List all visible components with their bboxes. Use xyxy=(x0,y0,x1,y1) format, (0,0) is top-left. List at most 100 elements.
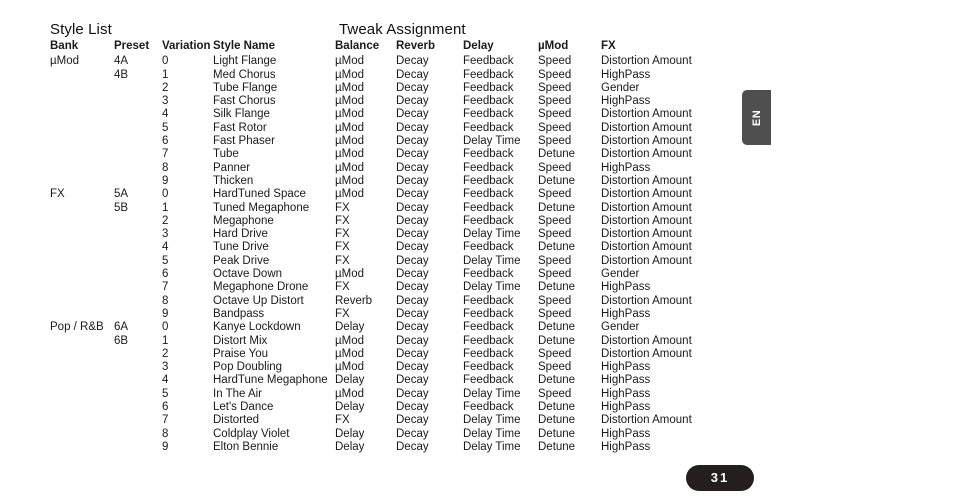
cell-variation: 1 xyxy=(162,334,169,347)
cell-umod: Speed xyxy=(538,347,572,360)
cell-reverb: Decay xyxy=(396,307,429,320)
table-row: 3 Pop Doubling µMod Decay Feedback Speed HighP… xyxy=(50,361,750,374)
cell-fx: Distortion Amount xyxy=(601,148,692,161)
cell-bank xyxy=(50,388,108,401)
cell-delay: Feedback xyxy=(463,334,514,347)
cell-fx: Distortion Amount xyxy=(601,174,692,187)
cell-umod: Detune xyxy=(538,334,576,347)
cell-bank xyxy=(50,69,108,82)
cell-umod: Detune xyxy=(538,241,576,254)
cell-bank xyxy=(50,281,108,294)
cell-delay: Delay Time xyxy=(463,281,521,294)
cell-reverb: Decay xyxy=(396,135,429,148)
cell-bank xyxy=(50,428,108,441)
table-row: FX 5A 0 HardTuned Space µMod Decay Feedback Spe… xyxy=(50,188,750,201)
table-row: Pop / R&B 6A 0 Kanye Lockdown Delay Decay Feed… xyxy=(50,321,750,334)
cell-bank xyxy=(50,135,108,148)
cell-preset xyxy=(108,428,158,441)
table-row: 5 Peak Drive FX Decay Delay Time Speed Distort… xyxy=(50,255,750,268)
cell-preset xyxy=(108,215,158,228)
cell-fx: HighPass xyxy=(601,307,651,320)
cell-variation: 2 xyxy=(162,347,169,360)
cell-variation: 3 xyxy=(162,95,169,108)
cell-bank xyxy=(50,374,108,387)
cell-bank xyxy=(50,255,108,268)
language-tab-en[interactable]: EN xyxy=(742,90,771,145)
cell-preset xyxy=(108,241,158,254)
cell-preset xyxy=(108,361,158,374)
cell-umod: Speed xyxy=(538,108,572,121)
cell-variation: 3 xyxy=(162,361,169,374)
cell-umod: Detune xyxy=(538,427,576,440)
column-header-style-name: Style Name xyxy=(213,40,276,52)
cell-variation: 6 xyxy=(162,135,169,148)
cell-bank xyxy=(50,295,108,308)
cell-balance: Delay xyxy=(335,321,365,334)
cell-fx: Distortion Amount xyxy=(601,108,692,121)
table-row: 6 Fast Phaser µMod Decay Delay Time Speed Dist… xyxy=(50,135,750,148)
cell-delay: Feedback xyxy=(463,148,514,161)
table-body: µMod 4A 0 Light Flange µMod Decay Feedback Spee… xyxy=(50,55,750,454)
cell-reverb: Decay xyxy=(396,188,429,201)
cell-delay: Feedback xyxy=(463,95,514,108)
cell-reverb: Decay xyxy=(396,161,429,174)
table-row: 4 Silk Flange µMod Decay Feedback Speed Distor… xyxy=(50,108,750,121)
cell-preset xyxy=(108,162,158,175)
cell-balance: FX xyxy=(335,228,350,241)
cell-variation: 6 xyxy=(162,401,169,414)
cell-style-name: Tube Flange xyxy=(213,81,278,94)
table-row: 6 Octave Down µMod Decay Feedback Speed Gender xyxy=(50,268,750,281)
cell-variation: 9 xyxy=(162,174,169,187)
cell-reverb: Decay xyxy=(396,321,429,334)
cell-fx: Distortion Amount xyxy=(601,188,692,201)
table-row: 9 Bandpass FX Decay Feedback Speed HighPass xyxy=(50,308,750,321)
cell-reverb: Decay xyxy=(396,108,429,121)
cell-umod: Speed xyxy=(538,81,572,94)
cell-balance: µMod xyxy=(335,135,364,148)
cell-bank xyxy=(50,228,108,241)
cell-preset xyxy=(108,348,158,361)
cell-balance: Delay xyxy=(335,440,365,453)
cell-delay: Feedback xyxy=(463,68,514,81)
cell-style-name: Octave Down xyxy=(213,268,283,281)
cell-balance: FX xyxy=(335,201,350,214)
table-row: 7 Distorted FX Decay Delay Time Detune Distort… xyxy=(50,414,750,427)
cell-balance: µMod xyxy=(335,55,364,68)
cell-delay: Feedback xyxy=(463,161,514,174)
cell-umod: Speed xyxy=(538,254,572,267)
cell-reverb: Decay xyxy=(396,361,429,374)
cell-reverb: Decay xyxy=(396,294,429,307)
cell-delay: Feedback xyxy=(463,241,514,254)
cell-umod: Speed xyxy=(538,188,572,201)
cell-fx: Distortion Amount xyxy=(601,214,692,227)
cell-preset: 4A xyxy=(114,55,129,68)
cell-delay: Feedback xyxy=(463,321,514,334)
cell-variation: 1 xyxy=(162,201,169,214)
cell-fx: Distortion Amount xyxy=(601,347,692,360)
cell-preset xyxy=(108,388,158,401)
page-number-badge: 31 xyxy=(686,465,754,491)
cell-bank xyxy=(50,162,108,175)
cell-style-name: Panner xyxy=(213,161,251,174)
cell-delay: Feedback xyxy=(463,374,514,387)
cell-preset xyxy=(108,441,158,454)
table-header-row: Bank Preset Variation Style Name Balance… xyxy=(50,40,750,55)
language-tab-label: EN xyxy=(750,109,763,126)
cell-preset xyxy=(108,268,158,281)
page-number-label: 31 xyxy=(710,470,730,485)
cell-umod: Speed xyxy=(538,294,572,307)
cell-balance: Delay xyxy=(335,401,365,414)
cell-preset xyxy=(108,255,158,268)
cell-balance: µMod xyxy=(335,188,364,201)
cell-style-name: Let's Dance xyxy=(213,401,274,414)
cell-balance: µMod xyxy=(335,347,364,360)
cell-style-name: Silk Flange xyxy=(213,108,270,121)
cell-umod: Detune xyxy=(538,440,576,453)
cell-bank xyxy=(50,268,108,281)
cell-variation: 1 xyxy=(162,68,169,81)
cell-fx: Distortion Amount xyxy=(601,241,692,254)
cell-reverb: Decay xyxy=(396,55,429,68)
table-row: 6B 1 Distort Mix µMod Decay Feedback Detune Dis… xyxy=(50,335,750,348)
cell-bank xyxy=(50,441,108,454)
cell-preset xyxy=(108,122,158,135)
